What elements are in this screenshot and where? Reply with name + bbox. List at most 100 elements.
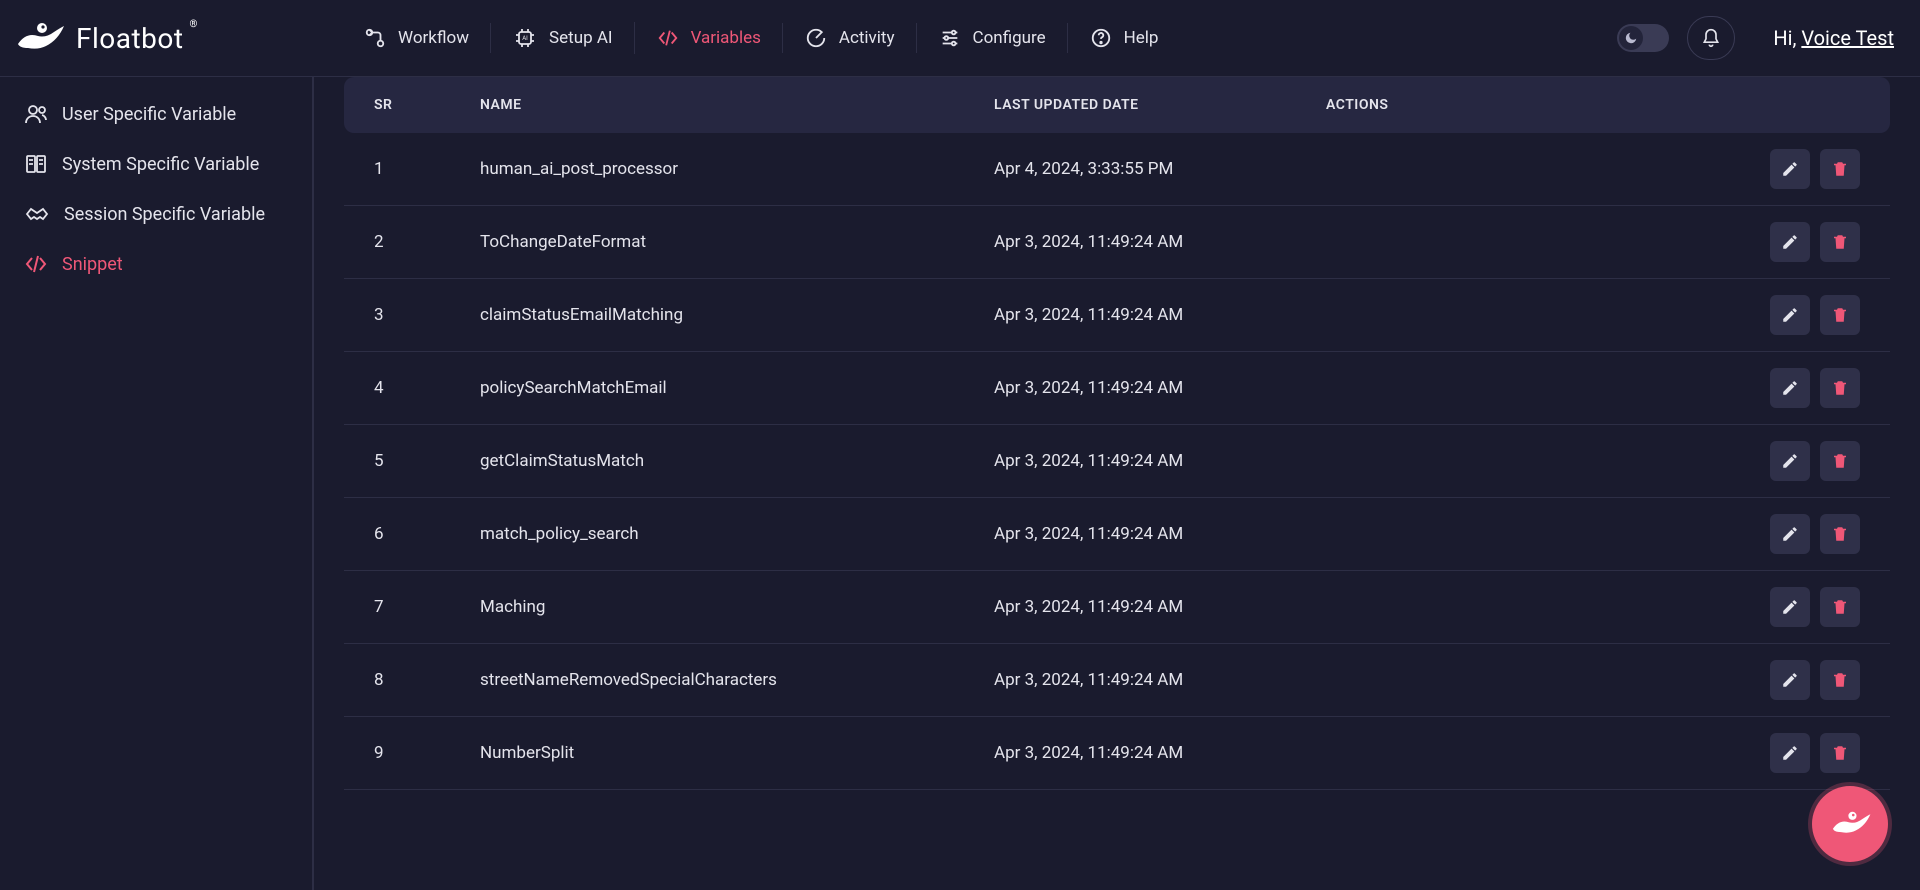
- delete-button[interactable]: [1820, 149, 1860, 189]
- cell-sr: 3: [374, 305, 480, 325]
- cell-sr: 8: [374, 670, 480, 690]
- nav-label: Activity: [839, 28, 895, 48]
- edit-button[interactable]: [1770, 222, 1810, 262]
- edit-button[interactable]: [1770, 660, 1810, 700]
- sidebar-item-system-variable[interactable]: System Specific Variable: [0, 139, 312, 189]
- table-row: 6match_policy_searchApr 3, 2024, 11:49:2…: [344, 498, 1890, 571]
- trademark: ®: [190, 19, 198, 30]
- cell-name: claimStatusEmailMatching: [480, 305, 994, 325]
- cell-date: Apr 3, 2024, 11:49:24 AM: [994, 524, 1326, 544]
- edit-button[interactable]: [1770, 587, 1810, 627]
- sidebar-item-label: Session Specific Variable: [64, 204, 265, 225]
- cell-date: Apr 3, 2024, 11:49:24 AM: [994, 743, 1326, 763]
- logo[interactable]: Floatbot ®: [12, 18, 312, 58]
- pencil-icon: [1781, 671, 1799, 689]
- delete-button[interactable]: [1820, 587, 1860, 627]
- table-row: 3claimStatusEmailMatchingApr 3, 2024, 11…: [344, 279, 1890, 352]
- cell-sr: 4: [374, 378, 480, 398]
- cell-name: ToChangeDateFormat: [480, 232, 994, 252]
- cell-date: Apr 3, 2024, 11:49:24 AM: [994, 451, 1326, 471]
- cell-date: Apr 3, 2024, 11:49:24 AM: [994, 305, 1326, 325]
- delete-button[interactable]: [1820, 514, 1860, 554]
- sidebar-item-user-variable[interactable]: User Specific Variable: [0, 89, 312, 139]
- theme-toggle[interactable]: [1617, 24, 1669, 52]
- table-row: 2ToChangeDateFormatApr 3, 2024, 11:49:24…: [344, 206, 1890, 279]
- nav-configure[interactable]: Configure: [917, 17, 1068, 59]
- col-header-date: LAST UPDATED DATE: [994, 97, 1326, 113]
- edit-button[interactable]: [1770, 733, 1810, 773]
- greeting-prefix: Hi,: [1773, 26, 1801, 50]
- topbar: Floatbot ® Workflow AI Setup AI Variable…: [0, 0, 1920, 77]
- delete-button[interactable]: [1820, 295, 1860, 335]
- nav-variables[interactable]: Variables: [635, 17, 783, 59]
- cell-actions: [1326, 149, 1860, 189]
- right-controls: Hi, Voice Test: [1617, 16, 1902, 60]
- trash-icon: [1831, 744, 1849, 762]
- code-icon: [24, 252, 48, 276]
- cell-actions: [1326, 587, 1860, 627]
- delete-button[interactable]: [1820, 660, 1860, 700]
- sliders-icon: [939, 27, 961, 49]
- workflow-icon: [364, 27, 386, 49]
- table-body: 1human_ai_post_processorApr 4, 2024, 3:3…: [344, 133, 1890, 790]
- pencil-icon: [1781, 233, 1799, 251]
- nav-label: Workflow: [398, 28, 469, 48]
- trash-icon: [1831, 306, 1849, 324]
- content: SR NAME LAST UPDATED DATE ACTIONS 1human…: [313, 77, 1920, 890]
- cell-actions: [1326, 368, 1860, 408]
- cell-date: Apr 4, 2024, 3:33:55 PM: [994, 159, 1326, 179]
- cell-sr: 2: [374, 232, 480, 252]
- delete-button[interactable]: [1820, 368, 1860, 408]
- sidebar-item-label: Snippet: [62, 254, 123, 275]
- chat-fab[interactable]: [1812, 786, 1888, 862]
- pencil-icon: [1781, 452, 1799, 470]
- svg-text:AI: AI: [522, 35, 528, 42]
- cell-sr: 5: [374, 451, 480, 471]
- system-icon: [24, 152, 48, 176]
- nav-workflow[interactable]: Workflow: [342, 17, 491, 59]
- edit-button[interactable]: [1770, 514, 1810, 554]
- cell-name: match_policy_search: [480, 524, 994, 544]
- sidebar-item-snippet[interactable]: Snippet: [0, 239, 312, 289]
- pencil-icon: [1781, 379, 1799, 397]
- edit-button[interactable]: [1770, 295, 1810, 335]
- col-header-actions: ACTIONS: [1326, 97, 1860, 113]
- nav-setup-ai[interactable]: AI Setup AI: [491, 16, 635, 60]
- cell-sr: 9: [374, 743, 480, 763]
- ai-chip-icon: AI: [513, 26, 537, 50]
- trash-icon: [1831, 598, 1849, 616]
- edit-button[interactable]: [1770, 149, 1810, 189]
- edit-button[interactable]: [1770, 441, 1810, 481]
- cell-name: human_ai_post_processor: [480, 159, 994, 179]
- table: SR NAME LAST UPDATED DATE ACTIONS 1human…: [344, 77, 1890, 790]
- cell-sr: 7: [374, 597, 480, 617]
- cell-actions: [1326, 514, 1860, 554]
- greeting-name[interactable]: Voice Test: [1801, 26, 1894, 50]
- delete-button[interactable]: [1820, 733, 1860, 773]
- cell-name: policySearchMatchEmail: [480, 378, 994, 398]
- cell-name: NumberSplit: [480, 743, 994, 763]
- activity-icon: [805, 27, 827, 49]
- notifications-button[interactable]: [1687, 16, 1735, 60]
- logo-icon: [12, 18, 66, 58]
- nav-activity[interactable]: Activity: [783, 17, 917, 59]
- trash-icon: [1831, 452, 1849, 470]
- cell-actions: [1326, 733, 1860, 773]
- bird-icon: [1828, 806, 1872, 842]
- handshake-icon: [24, 202, 50, 226]
- cell-actions: [1326, 222, 1860, 262]
- delete-button[interactable]: [1820, 222, 1860, 262]
- cell-sr: 6: [374, 524, 480, 544]
- pencil-icon: [1781, 525, 1799, 543]
- nav-label: Configure: [973, 28, 1046, 48]
- cell-name: getClaimStatusMatch: [480, 451, 994, 471]
- trash-icon: [1831, 160, 1849, 178]
- nav-help[interactable]: Help: [1068, 17, 1181, 59]
- nav-label: Variables: [691, 28, 761, 48]
- table-row: 9NumberSplitApr 3, 2024, 11:49:24 AM: [344, 717, 1890, 790]
- user-icon: [24, 102, 48, 126]
- topnav: Workflow AI Setup AI Variables Activity …: [312, 16, 1617, 60]
- sidebar-item-session-variable[interactable]: Session Specific Variable: [0, 189, 312, 239]
- edit-button[interactable]: [1770, 368, 1810, 408]
- delete-button[interactable]: [1820, 441, 1860, 481]
